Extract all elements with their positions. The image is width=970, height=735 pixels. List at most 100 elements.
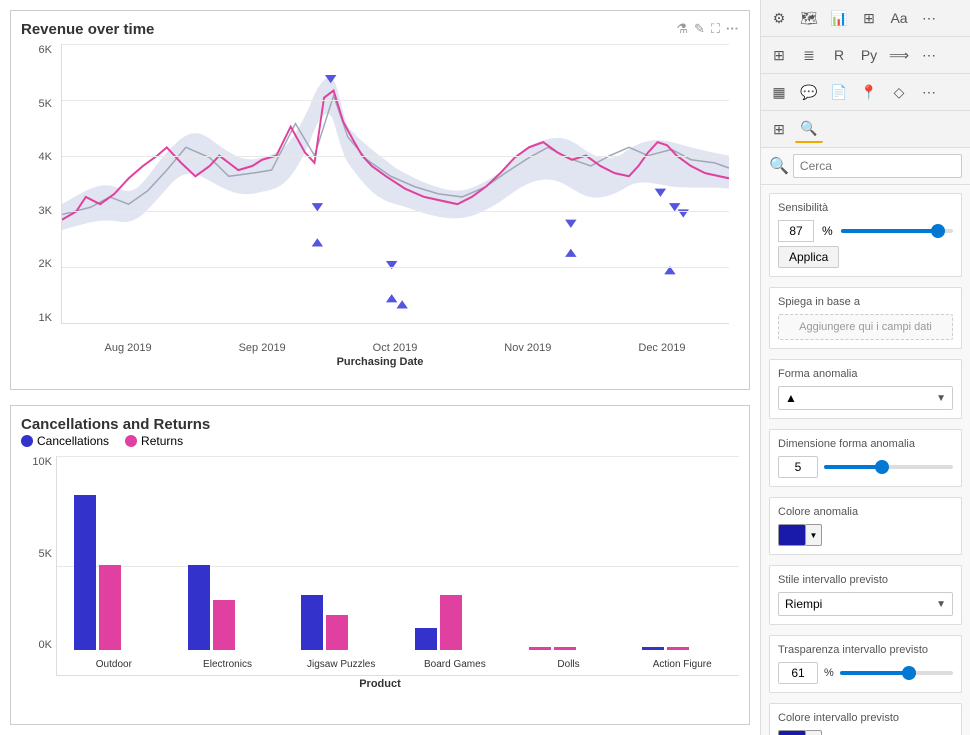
y-label-1k: 1K <box>39 312 52 324</box>
icon-btn-4[interactable]: ⊞ <box>855 4 883 32</box>
anomaly-size-input[interactable] <box>778 456 818 478</box>
sensitivity-input[interactable] <box>778 220 814 242</box>
y-label-4k: 4K <box>39 151 52 163</box>
x-label-nov: Nov 2019 <box>504 342 551 354</box>
transparency-slider-fill <box>840 671 909 675</box>
interval-transparency-input[interactable] <box>778 662 818 684</box>
bar-boardgames-returns <box>440 595 462 650</box>
grid-line <box>62 267 729 268</box>
search-input[interactable] <box>793 154 962 178</box>
anomaly-color-caret[interactable]: ▼ <box>806 524 822 546</box>
add-fields-box[interactable]: Aggiungere qui i campi dati <box>778 314 953 340</box>
interval-color-label: Colore intervallo previsto <box>778 712 953 724</box>
anomaly-size-slider-fill <box>824 465 882 469</box>
transparency-slider-thumb[interactable] <box>902 666 916 680</box>
sensitivity-slider-thumb[interactable] <box>931 224 945 238</box>
anomaly-color-group: ▼ <box>778 524 953 546</box>
bar-label-dolls: Dolls <box>512 659 626 670</box>
bar-group-electronics: Electronics <box>171 456 285 650</box>
icon-btn-7[interactable]: ⊞ <box>765 41 793 69</box>
y-label-5k: 5K <box>39 98 52 110</box>
legend-label-cancellations: Cancellations <box>37 434 109 448</box>
anomaly-marker <box>565 220 576 228</box>
bar-y-labels: 10K 5K 0K <box>21 456 56 676</box>
y-label-6k: 6K <box>39 44 52 56</box>
anomaly-marker <box>312 203 323 211</box>
icon-btn-1[interactable]: ⚙ <box>765 4 793 32</box>
main-content: Revenue over time ⚗ ✎ ⛶ ··· 6K 5K 4K 3K … <box>0 0 760 735</box>
icon-btn-13[interactable]: ▦ <box>765 78 793 106</box>
anomaly-color-section: Colore anomalia ▼ <box>769 497 962 555</box>
chevron-down-icon-2: ▼ <box>936 599 946 610</box>
icon-btn-11[interactable]: ⟹ <box>885 41 913 69</box>
icon-btn-3[interactable]: 📊 <box>825 4 853 32</box>
icon-btn-9[interactable]: R <box>825 41 853 69</box>
grid-line <box>62 211 729 212</box>
interval-transparency-row: % <box>778 662 953 684</box>
icon-btn-20-active[interactable]: 🔍 <box>795 115 823 143</box>
interval-style-label: Stile intervallo previsto <box>778 574 953 586</box>
x-label-oct: Oct 2019 <box>373 342 418 354</box>
chart-legend: Cancellations Returns <box>21 434 739 448</box>
bar-group-dolls: Dolls <box>512 456 626 650</box>
anomaly-marker <box>565 249 576 257</box>
anomaly-color-button[interactable] <box>778 524 806 546</box>
expand-icon[interactable]: ⛶ <box>711 21 720 37</box>
edit-icon[interactable]: ✎ <box>694 21 705 37</box>
y-axis-labels: 6K 5K 4K 3K 2K 1K <box>21 44 56 324</box>
sensitivity-section: Sensibilità % Applica <box>769 193 962 277</box>
panel-body: Sensibilità % Applica Spiega in base a A… <box>761 185 970 735</box>
anomaly-size-thumb[interactable] <box>875 460 889 474</box>
bar-electronics-returns <box>213 600 235 650</box>
interval-color-caret[interactable]: ▼ <box>806 730 822 735</box>
anomaly-size-slider[interactable] <box>824 465 953 469</box>
revenue-chart-section: Revenue over time ⚗ ✎ ⛶ ··· 6K 5K 4K 3K … <box>10 10 750 390</box>
anomaly-color-label: Colore anomalia <box>778 506 953 518</box>
bars-dolls <box>529 647 609 650</box>
explain-by-section: Spiega in base a Aggiungere qui i campi … <box>769 287 962 349</box>
cancel-chart-section: Cancellations and Returns Cancellations … <box>10 405 750 725</box>
icon-btn-19[interactable]: ⊞ <box>765 115 793 143</box>
interval-color-button[interactable] <box>778 730 806 735</box>
icon-btn-10[interactable]: Py <box>855 41 883 69</box>
icon-btn-15[interactable]: 📄 <box>825 78 853 106</box>
icon-btn-5[interactable]: Aa <box>885 4 913 32</box>
more-icon[interactable]: ··· <box>726 21 739 37</box>
icon-btn-12[interactable]: ⋯ <box>915 41 943 69</box>
top-icons-row-1: ⚙ 🗺 📊 ⊞ Aa ⋯ <box>761 0 970 37</box>
icon-btn-17[interactable]: ◇ <box>885 78 913 106</box>
bar-boardgames-cancellations <box>415 628 437 650</box>
interval-style-dropdown[interactable]: Riempi ▼ <box>778 592 953 616</box>
bar-dolls-cancellations <box>529 647 551 650</box>
anomaly-size-section: Dimensione forma anomalia <box>769 429 962 487</box>
icon-btn-8[interactable]: ≣ <box>795 41 823 69</box>
transparency-slider[interactable] <box>840 671 953 675</box>
anomaly-marker <box>386 294 397 302</box>
grid-line <box>62 156 729 157</box>
filter-icon[interactable]: ⚗ <box>676 21 688 37</box>
bar-label-jigsaw: Jigsaw Puzzles <box>284 659 398 670</box>
apply-button[interactable]: Applica <box>778 246 839 268</box>
icon-btn-16[interactable]: 📍 <box>855 78 883 106</box>
legend-dot-returns <box>125 435 137 447</box>
x-axis-labels: Aug 2019 Sep 2019 Oct 2019 Nov 2019 Dec … <box>61 342 729 354</box>
bars-action-figure <box>642 647 722 650</box>
icon-btn-2[interactable]: 🗺 <box>795 4 823 32</box>
icon-btn-14[interactable]: 💬 <box>795 78 823 106</box>
interval-style-section: Stile intervallo previsto Riempi ▼ <box>769 565 962 625</box>
anomaly-size-row <box>778 456 953 478</box>
sensitivity-slider-track[interactable] <box>841 229 953 233</box>
x-label-aug: Aug 2019 <box>104 342 151 354</box>
interval-color-group: ▼ <box>778 730 953 735</box>
chart-toolbar: ⚗ ✎ ⛶ ··· <box>676 21 739 37</box>
revenue-line-chart <box>62 44 729 323</box>
anomaly-shape-dropdown[interactable]: ▲ ▼ <box>778 386 953 410</box>
icon-btn-18[interactable]: ⋯ <box>915 78 943 106</box>
bar-electronics-cancellations <box>188 565 210 650</box>
sensitivity-unit: % <box>822 224 833 238</box>
bars-electronics <box>188 565 268 650</box>
legend-returns: Returns <box>125 434 183 448</box>
icon-btn-6[interactable]: ⋯ <box>915 4 943 32</box>
anomaly-shape-section: Forma anomalia ▲ ▼ <box>769 359 962 419</box>
bar-plot: Outdoor Electronics Jigsaw P <box>56 456 739 676</box>
